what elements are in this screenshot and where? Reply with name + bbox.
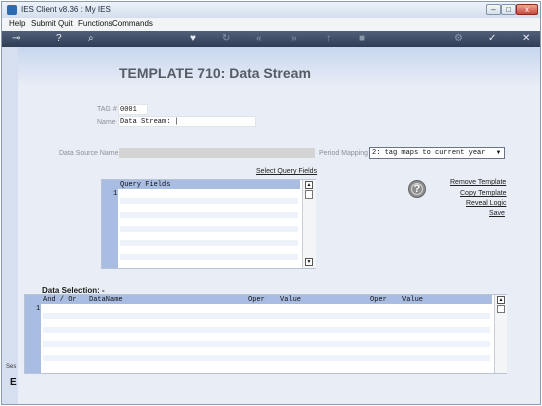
key-icon[interactable]: ⊸ [12,33,20,45]
chevron-down-icon[interactable]: ▼ [494,149,503,157]
settings-icon[interactable]: ⚙ [454,33,463,45]
app-window: IES Client v8.36 : My IES – □ x Help Sub… [1,1,541,405]
query-row[interactable] [120,240,298,246]
selection-row-number: 1 [36,305,41,313]
ok-icon[interactable]: ✓ [488,33,496,45]
selection-row[interactable] [43,327,490,333]
minimize-button[interactable]: – [486,4,501,15]
query-fields-grid: Query Fields 1 ▲ ▼ [101,179,316,269]
app-icon [7,5,17,15]
heart-icon[interactable]: ♥ [190,33,196,45]
help-icon[interactable]: ? [408,180,426,198]
col-oper-1: Oper [248,296,265,304]
query-row[interactable] [120,226,298,232]
data-selection-grid: And / Or DataName Oper Value Oper Value … [24,294,507,374]
page-title: TEMPLATE 710: Data Stream [119,65,311,81]
query-fields-header: Query Fields [120,181,171,189]
col-and-or: And / Or [43,296,77,304]
scroll-thumb[interactable] [305,190,313,199]
name-field[interactable]: Data Stream: | [118,116,256,127]
forward-icon[interactable]: » [291,33,297,45]
toolbar: ⊸ ? ⌕ ♥ ↻ « » ↑ ■ ⚙ ✓ ✕ [2,31,540,47]
period-mapping-value: 2: tag maps to current year [372,149,486,157]
scroll-down-icon[interactable]: ▼ [305,258,313,266]
maximize-button[interactable]: □ [501,4,516,15]
query-row-number: 1 [113,190,118,198]
tag-value: 0001 [120,106,137,114]
col-dataname: DataName [89,296,123,304]
window-title: IES Client v8.36 : My IES [21,5,111,14]
side-panel-label: Ses [6,364,17,370]
side-panel-letter: E [10,377,17,388]
selection-row[interactable] [43,313,490,319]
up-icon[interactable]: ↑ [326,33,331,45]
selection-row[interactable] [43,341,490,347]
col-value-2: Value [402,296,424,304]
tag-label: TAG # [97,106,117,113]
menu-commands[interactable]: Commands [112,19,153,28]
search-icon[interactable]: ⌕ [88,33,94,45]
period-mapping-select[interactable]: 2: tag maps to current year ▼ [369,147,505,159]
data-source-label: Data Source Name [59,150,119,157]
period-mapping-label: Period Mapping [319,150,369,157]
scroll-up-icon[interactable]: ▲ [497,296,505,304]
back-icon[interactable]: « [256,33,262,45]
title-bar: IES Client v8.36 : My IES – □ x [2,2,540,18]
menu-help[interactable]: Help [9,19,25,28]
query-row[interactable] [120,198,298,204]
refresh-icon[interactable]: ↻ [222,33,230,45]
name-value: Data Stream: | [120,118,179,126]
menu-submit[interactable]: Submit [31,19,56,28]
menu-bar: Help Submit Quit Functions Commands [2,18,540,31]
selection-scrollbar[interactable]: ▲ [494,295,507,373]
name-label: Name [97,119,116,126]
remove-template-link[interactable]: Remove Template [450,179,506,186]
tag-field[interactable]: 0001 [118,104,148,115]
copy-template-link[interactable]: Copy Template [460,190,507,197]
selection-row[interactable] [43,355,490,361]
menu-quit[interactable]: Quit [58,19,73,28]
col-oper-2: Oper [370,296,387,304]
scroll-up-icon[interactable]: ▲ [305,181,313,189]
reveal-logic-link[interactable]: Reveal Logic [466,200,506,207]
query-scrollbar[interactable]: ▲ ▼ [302,180,316,268]
menu-functions[interactable]: Functions [78,19,113,28]
scroll-thumb[interactable] [497,305,505,313]
data-source-field[interactable] [119,148,315,158]
stop-icon[interactable]: ■ [359,33,365,45]
query-row[interactable] [120,254,298,260]
query-row[interactable] [120,212,298,218]
select-query-fields-link[interactable]: Select Query Fields [256,168,317,175]
save-link[interactable]: Save [489,210,505,217]
close-window-button[interactable]: x [516,4,538,15]
close-icon[interactable]: ✕ [522,33,530,45]
side-panel: Ses E [2,47,18,404]
col-value-1: Value [280,296,302,304]
help-circle-icon[interactable]: ? [56,33,62,45]
